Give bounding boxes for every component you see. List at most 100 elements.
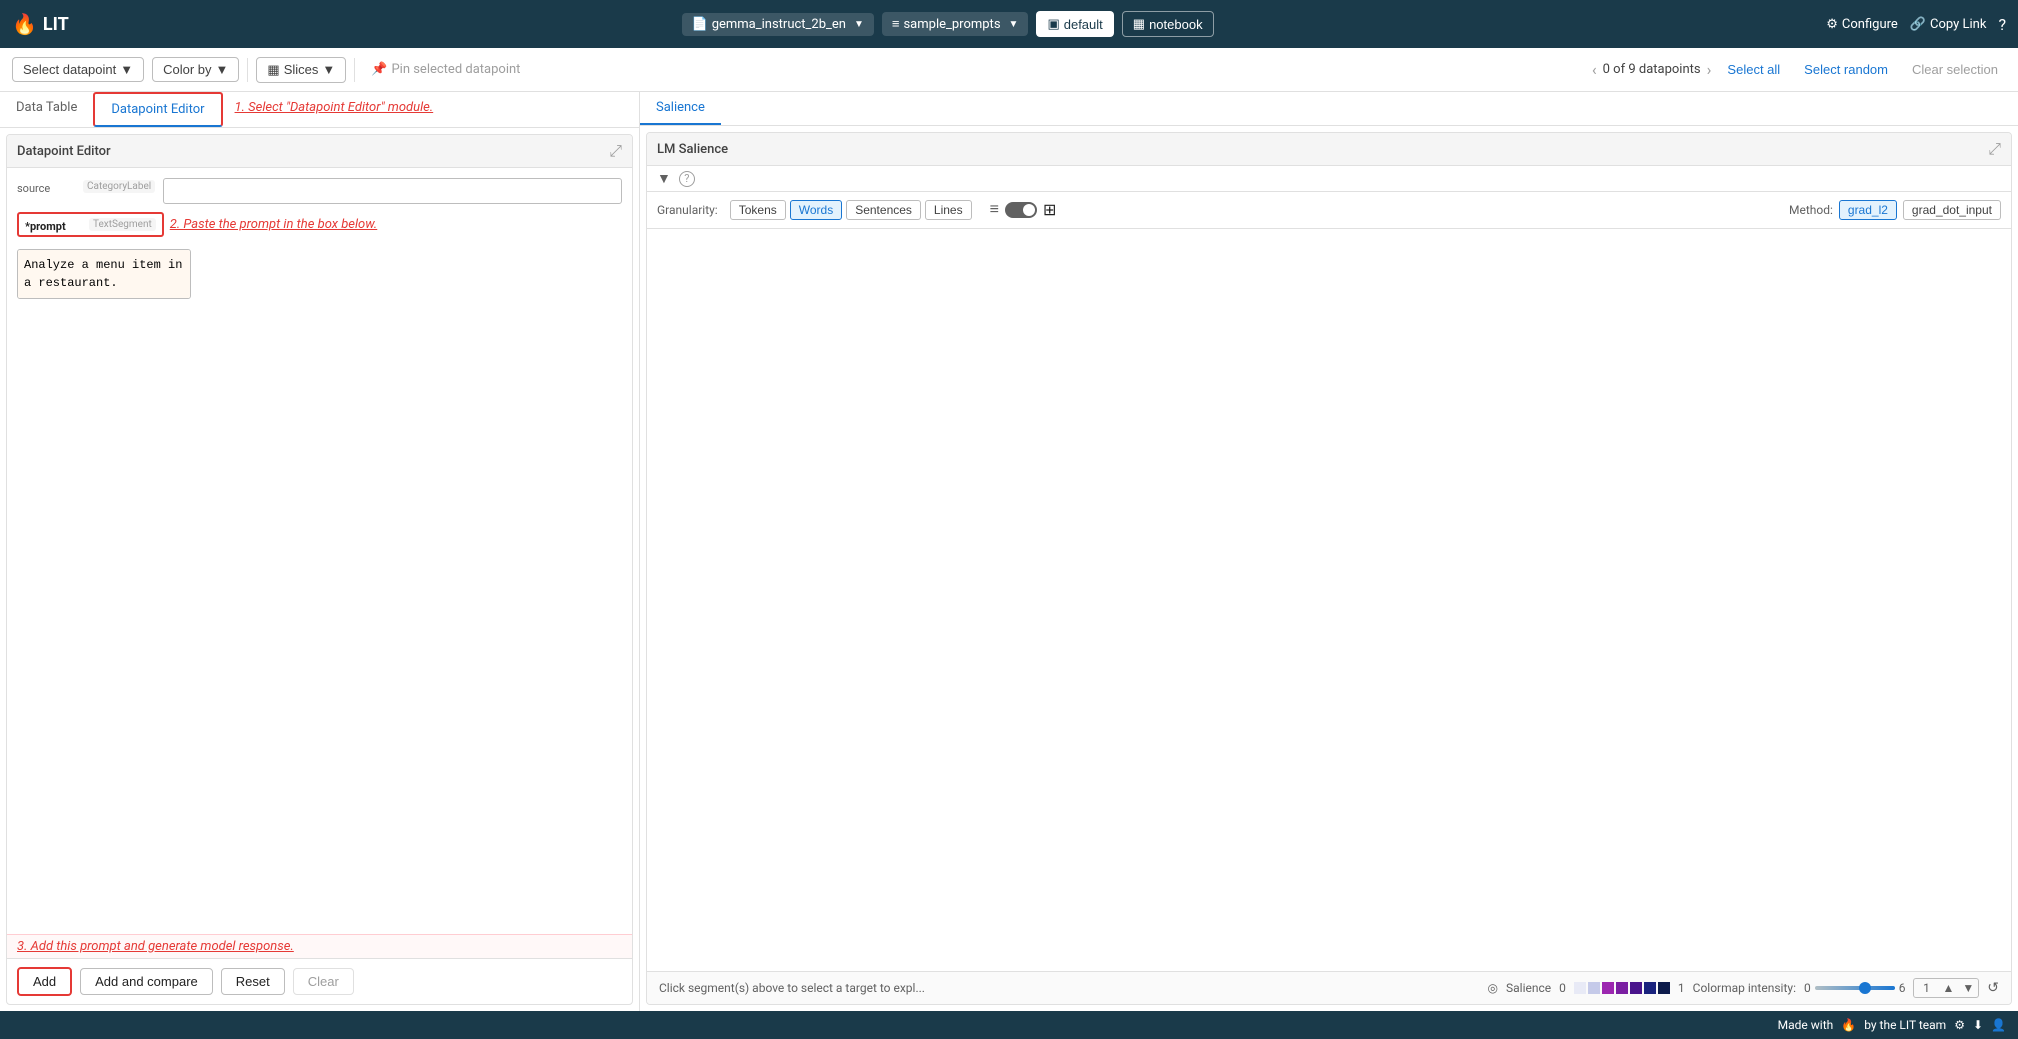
reset-button[interactable]: Reset bbox=[221, 968, 285, 995]
annotation-step2: 2. Paste the prompt in the box below. bbox=[170, 217, 378, 232]
click-segment-label: Click segment(s) above to select a targe… bbox=[659, 981, 925, 995]
stepper-value: 1 bbox=[1914, 979, 1938, 997]
select-datapoint-label: Select datapoint bbox=[23, 62, 116, 77]
toggle-knob bbox=[1023, 204, 1035, 216]
toolbar-right: ‹ 0 of 9 datapoints › Select all Select … bbox=[1592, 58, 2006, 81]
header-right: ⚙ Configure 🔗 Copy Link ? bbox=[1826, 15, 2006, 34]
prompt-field-label: *prompt bbox=[25, 216, 85, 233]
method-section: Method: grad_l2 grad_dot_input bbox=[1789, 200, 2001, 220]
annotation-step3: 3. Add this prompt and generate model re… bbox=[17, 939, 294, 954]
salience-help-icon[interactable]: ? bbox=[679, 171, 695, 187]
app-title: LIT bbox=[43, 14, 69, 35]
method-grad-dot-button[interactable]: grad_dot_input bbox=[1903, 200, 2001, 220]
colormap-max: 6 bbox=[1899, 981, 1906, 995]
grid-view-icon[interactable]: ⊞ bbox=[1041, 198, 1058, 222]
user-icon[interactable]: 👤 bbox=[1991, 1018, 2006, 1032]
source-field-type: CategoryLabel bbox=[83, 180, 155, 193]
cs7 bbox=[1658, 982, 1670, 994]
right-tabs-row: Salience bbox=[640, 92, 2018, 126]
dataset-selector[interactable]: ≡ sample_prompts ▼ bbox=[882, 12, 1029, 36]
method-label: Method: bbox=[1789, 203, 1833, 217]
tab-datapoint-editor[interactable]: Datapoint Editor bbox=[93, 92, 222, 127]
dataset-dropdown-arrow: ▼ bbox=[1009, 19, 1019, 30]
color-by-arrow: ▼ bbox=[216, 62, 229, 77]
select-all-button[interactable]: Select all bbox=[1719, 58, 1788, 81]
stepper-up-button[interactable]: ▲ bbox=[1938, 979, 1958, 997]
configure-button[interactable]: ⚙ Configure bbox=[1826, 17, 1898, 32]
footer-flame-icon: 🔥 bbox=[1841, 1018, 1856, 1032]
prompt-label-row: *prompt TextSegment 2. Paste the prompt … bbox=[17, 212, 377, 237]
color-by-label: Color by bbox=[163, 62, 211, 77]
salience-max: 1 bbox=[1678, 981, 1685, 995]
salience-expand-icon[interactable]: ⤢ bbox=[1988, 139, 2001, 159]
stepper-down-button[interactable]: ▼ bbox=[1958, 979, 1978, 997]
cs1 bbox=[1574, 982, 1586, 994]
prompt-textarea-wrapper: Analyze a menu item in a restaurant. ## … bbox=[17, 249, 191, 299]
salience-controls-row2: ▼ ? bbox=[647, 166, 2011, 192]
clear-selection-button[interactable]: Clear selection bbox=[1904, 58, 2006, 81]
add-compare-button[interactable]: Add and compare bbox=[80, 968, 213, 995]
gran-tokens-button[interactable]: Tokens bbox=[730, 200, 786, 220]
settings-icon[interactable]: ⚙ bbox=[1954, 1018, 1965, 1032]
salience-dropdown-icon[interactable]: ▼ bbox=[657, 170, 671, 187]
source-field-label: source bbox=[17, 178, 77, 195]
help-icon[interactable]: ? bbox=[1998, 15, 2006, 34]
salience-module: LM Salience ⤢ ▼ ? Granularity: Tokens Wo… bbox=[646, 132, 2012, 1005]
tab-data-table[interactable]: Data Table bbox=[0, 92, 93, 127]
gran-words-button[interactable]: Words bbox=[790, 200, 842, 220]
configure-label: Configure bbox=[1842, 17, 1898, 32]
method-grad-l2-button[interactable]: grad_l2 bbox=[1839, 200, 1897, 220]
nav-prev-icon[interactable]: ‹ bbox=[1592, 60, 1597, 79]
prompt-field-type: TextSegment bbox=[89, 218, 156, 231]
dataset-icon: ≡ bbox=[892, 16, 900, 32]
model-selector[interactable]: 📄 gemma_instruct_2b_en ▼ bbox=[682, 13, 874, 36]
tab-salience[interactable]: Salience bbox=[640, 92, 721, 125]
slices-icon: ▦ bbox=[267, 62, 279, 78]
logo: 🔥 LIT bbox=[12, 12, 69, 36]
notebook-label: notebook bbox=[1149, 17, 1203, 32]
expand-icon[interactable]: ⤢ bbox=[609, 141, 622, 161]
dp-actions: Add Add and compare Reset Clear bbox=[7, 958, 632, 1004]
slider-knob bbox=[1859, 982, 1871, 994]
list-view-icon[interactable]: ≡ bbox=[988, 199, 1001, 221]
dataset-name: sample_prompts bbox=[903, 17, 1000, 32]
notebook-button[interactable]: ▦ notebook bbox=[1122, 11, 1214, 37]
gran-sentences-button[interactable]: Sentences bbox=[846, 200, 921, 220]
cs4 bbox=[1616, 982, 1628, 994]
colormap-slider[interactable] bbox=[1815, 986, 1895, 990]
right-panel: Salience LM Salience ⤢ ▼ ? Granularity: … bbox=[640, 92, 2018, 1011]
color-by-button[interactable]: Color by ▼ bbox=[152, 57, 239, 82]
datapoint-count: 0 of 9 datapoints bbox=[1603, 62, 1701, 77]
toggle-switch[interactable] bbox=[1005, 202, 1037, 218]
colormap-squares bbox=[1574, 982, 1670, 994]
source-field-row: source CategoryLabel bbox=[17, 178, 622, 204]
copy-link-button[interactable]: 🔗 Copy Link bbox=[1910, 17, 1987, 32]
source-field-input[interactable] bbox=[163, 178, 622, 204]
cs6 bbox=[1644, 982, 1656, 994]
slices-button[interactable]: ▦ Slices ▼ bbox=[256, 57, 346, 83]
toolbar-separator bbox=[247, 58, 248, 82]
select-random-button[interactable]: Select random bbox=[1796, 58, 1896, 81]
download-icon[interactable]: ⬇ bbox=[1973, 1018, 1983, 1032]
pin-icon: 📌 bbox=[371, 62, 387, 77]
bottom-left: Click segment(s) above to select a targe… bbox=[659, 981, 925, 995]
nav-next-icon[interactable]: › bbox=[1707, 60, 1712, 79]
salience-controls: Granularity: Tokens Words Sentences Line… bbox=[647, 192, 2011, 229]
cs3 bbox=[1602, 982, 1614, 994]
prompt-textarea[interactable]: Analyze a menu item in a restaurant. ## … bbox=[18, 250, 190, 298]
pin-button[interactable]: 📌 Pin selected datapoint bbox=[371, 62, 520, 77]
refresh-icon[interactable]: ↺ bbox=[1987, 980, 1999, 996]
footer: Made with 🔥 by the LIT team ⚙ ⬇ 👤 bbox=[0, 1011, 2018, 1039]
gran-lines-button[interactable]: Lines bbox=[925, 200, 972, 220]
add-button[interactable]: Add bbox=[17, 967, 72, 996]
granularity-buttons: Tokens Words Sentences Lines bbox=[730, 200, 972, 220]
default-button[interactable]: ▣ default bbox=[1036, 11, 1113, 37]
slices-arrow: ▼ bbox=[322, 62, 335, 77]
notebook-icon: ▦ bbox=[1133, 16, 1145, 32]
colormap-slider-wrap: 0 6 bbox=[1804, 981, 1906, 995]
clear-button[interactable]: Clear bbox=[293, 968, 354, 995]
colormap-min: 0 bbox=[1804, 981, 1811, 995]
view-buttons: ≡ ⊞ bbox=[988, 198, 1059, 222]
annotation-step3-bar: 3. Add this prompt and generate model re… bbox=[7, 934, 632, 958]
select-datapoint-button[interactable]: Select datapoint ▼ bbox=[12, 57, 144, 82]
